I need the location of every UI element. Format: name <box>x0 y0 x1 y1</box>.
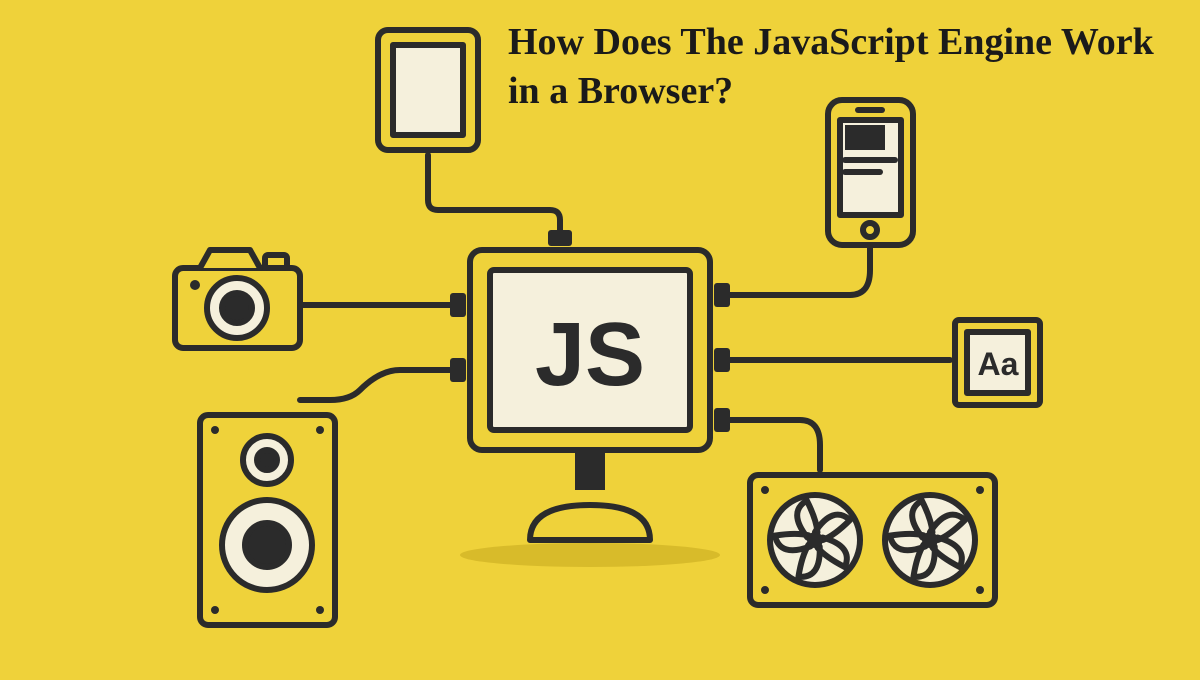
font-icon: Aa <box>955 320 1040 405</box>
cable-phone <box>720 245 870 295</box>
cable-speaker <box>300 370 460 400</box>
monitor-label: JS <box>535 305 645 405</box>
speaker-icon <box>200 415 335 625</box>
monitor-icon: JS <box>470 250 710 540</box>
tablet-icon <box>378 30 478 150</box>
font-label: Aa <box>978 346 1019 382</box>
port-top <box>548 230 572 246</box>
cooling-fans-icon <box>750 475 995 605</box>
port-right-upper <box>714 283 730 307</box>
cable-tablet <box>428 155 560 240</box>
smartphone-icon <box>828 100 913 245</box>
cable-fans <box>720 420 820 470</box>
port-left-lower <box>450 358 466 382</box>
port-right-lower <box>714 408 730 432</box>
camera-icon <box>175 250 300 348</box>
port-right-middle <box>714 348 730 372</box>
page-title: How Does The JavaScript Engine Work in a… <box>508 18 1180 117</box>
monitor-shadow <box>460 543 720 567</box>
port-left-upper <box>450 293 466 317</box>
